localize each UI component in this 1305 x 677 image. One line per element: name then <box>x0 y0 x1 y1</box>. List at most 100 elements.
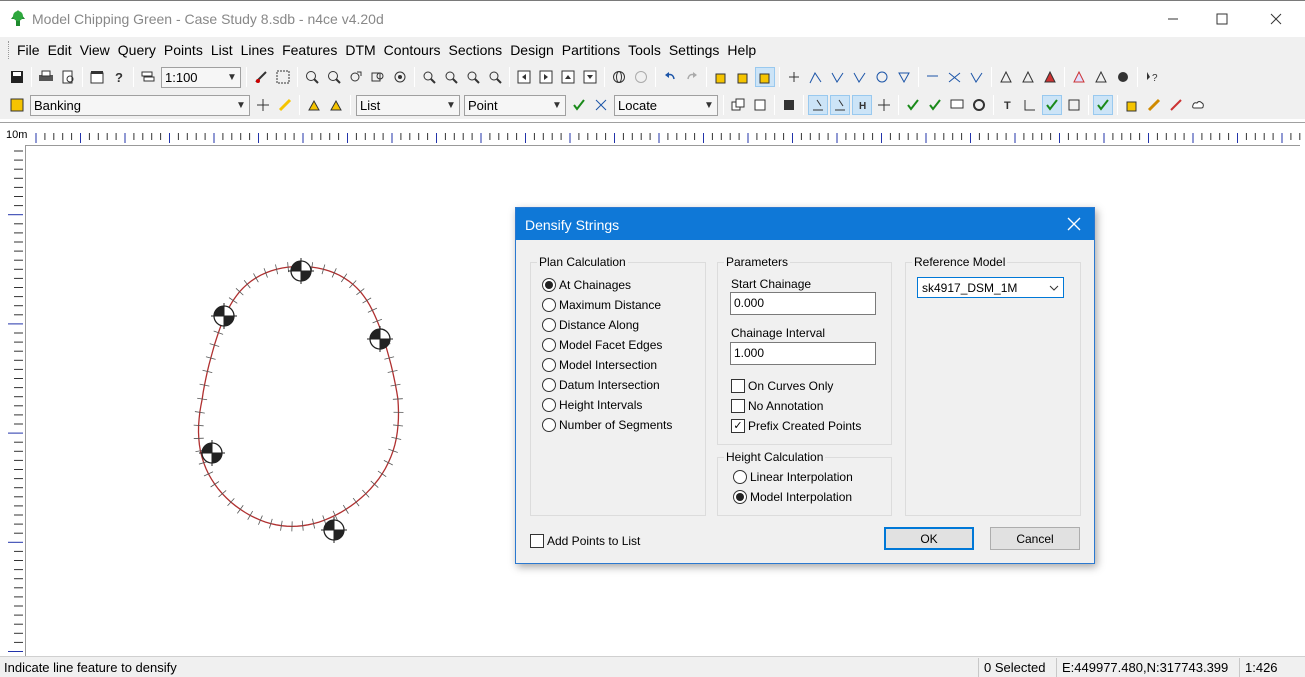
annotation-h-button[interactable]: H <box>852 95 872 115</box>
radio-button[interactable] <box>542 378 556 392</box>
radio-button[interactable] <box>542 298 556 312</box>
minimize-button[interactable] <box>1150 5 1196 33</box>
list-select[interactable]: List ▼ <box>356 94 460 116</box>
radio-button[interactable] <box>542 358 556 372</box>
string-tool-3-button[interactable] <box>967 67 987 87</box>
point-check-button[interactable] <box>569 95 589 115</box>
layers-button[interactable] <box>138 67 158 87</box>
dialog-close-button[interactable] <box>1062 213 1086 235</box>
scale-select[interactable]: 1:100 ▼ <box>161 66 241 88</box>
radio-button[interactable] <box>733 490 747 504</box>
window-select-button[interactable] <box>273 67 293 87</box>
add-point-button[interactable] <box>784 67 804 87</box>
checkbox-box[interactable] <box>731 379 745 393</box>
properties-button[interactable] <box>87 67 107 87</box>
check-tool-4-button[interactable] <box>969 95 989 115</box>
dtm-tool-2-button[interactable] <box>1091 67 1111 87</box>
menu-design[interactable]: Design <box>506 37 558 63</box>
dtm-tool-3-button[interactable] <box>1113 67 1133 87</box>
no-annotation-checkbox[interactable]: No Annotation <box>731 399 823 413</box>
radio-distance-along[interactable]: Distance Along <box>542 318 639 332</box>
point-select[interactable]: Point ▼ <box>464 94 566 116</box>
solid-tool-button[interactable] <box>1122 95 1142 115</box>
close-window-button[interactable] <box>1253 5 1299 33</box>
check-tool-3-button[interactable] <box>947 95 967 115</box>
feature-up-button[interactable] <box>304 95 324 115</box>
radio-datum-intersection[interactable]: Datum Intersection <box>542 378 660 392</box>
radio-number-of-segments[interactable]: Number of Segments <box>542 418 672 432</box>
menu-query[interactable]: Query <box>114 37 160 63</box>
layer-select-3-button[interactable] <box>755 67 775 87</box>
menu-help[interactable]: Help <box>723 37 760 63</box>
menu-file[interactable]: File <box>13 37 44 63</box>
save-button[interactable] <box>7 67 27 87</box>
prefix-created-points-checkbox[interactable]: ✓ Prefix Created Points <box>731 419 861 433</box>
find-all-button[interactable] <box>485 67 505 87</box>
radio-button[interactable] <box>733 470 747 484</box>
radio-model-facet-edges[interactable]: Model Facet Edges <box>542 338 662 352</box>
line-tool-1-button[interactable] <box>806 67 826 87</box>
redo-button[interactable] <box>682 67 702 87</box>
reference-model-select[interactable]: sk4917_DSM_1M <box>917 277 1064 298</box>
locate-select[interactable]: Locate ▼ <box>614 94 718 116</box>
annotation-x-button[interactable] <box>808 95 828 115</box>
print-preview-button[interactable] <box>58 67 78 87</box>
line-tool-3-button[interactable] <box>850 67 870 87</box>
layer-props-button[interactable] <box>253 95 273 115</box>
dimension-check-button[interactable] <box>1042 95 1062 115</box>
view-3d-button[interactable] <box>609 67 629 87</box>
menu-partitions[interactable]: Partitions <box>558 37 624 63</box>
add-points-to-list-checkbox[interactable]: Add Points to List <box>530 534 640 548</box>
station-point-icon[interactable] <box>367 326 393 352</box>
zoom-in-button[interactable] <box>302 67 322 87</box>
what-is-this-button[interactable]: ? <box>1142 67 1162 87</box>
undo-button[interactable] <box>660 67 680 87</box>
start-chainage-field[interactable]: 0.000 <box>730 292 876 315</box>
radio-height-intervals[interactable]: Height Intervals <box>542 398 642 412</box>
brush-button[interactable] <box>251 67 271 87</box>
triangle-tool-2-button[interactable] <box>1018 67 1038 87</box>
on-curves-only-checkbox[interactable]: On Curves Only <box>731 379 833 393</box>
string-tool-2-button[interactable] <box>945 67 965 87</box>
view-3d-off-button[interactable] <box>631 67 651 87</box>
line-tool-2-button[interactable] <box>828 67 848 87</box>
pan-up-button[interactable] <box>558 67 578 87</box>
crosshair-button[interactable] <box>874 95 894 115</box>
menu-contours[interactable]: Contours <box>380 37 445 63</box>
zoom-window-button[interactable] <box>368 67 388 87</box>
edit-tool-button[interactable] <box>1166 95 1186 115</box>
feature-down-button[interactable] <box>326 95 346 115</box>
layer-color-button[interactable] <box>7 95 27 115</box>
radio-model-intersection[interactable]: Model Intersection <box>542 358 657 372</box>
annotation-y-button[interactable] <box>830 95 850 115</box>
dtm-tool-1-button[interactable] <box>1069 67 1089 87</box>
radio-button[interactable] <box>542 278 556 292</box>
checkbox-box[interactable] <box>731 399 745 413</box>
check-tool-2-button[interactable] <box>925 95 945 115</box>
radio-maximum-distance[interactable]: Maximum Distance <box>542 298 661 312</box>
layer-select[interactable]: Banking ▼ <box>30 94 250 116</box>
copy-window-button[interactable] <box>728 95 748 115</box>
menu-list[interactable]: List <box>207 37 237 63</box>
dimension-tool-button[interactable] <box>1020 95 1040 115</box>
paste-window-button[interactable] <box>750 95 770 115</box>
string-tool-1-button[interactable] <box>923 67 943 87</box>
menu-view[interactable]: View <box>76 37 114 63</box>
cloud-tool-button[interactable] <box>1188 95 1208 115</box>
print-button[interactable] <box>36 67 56 87</box>
menu-lines[interactable]: Lines <box>237 37 278 63</box>
checkbox-box[interactable]: ✓ <box>731 419 745 433</box>
ok-button[interactable]: OK <box>884 527 974 550</box>
symbol-button[interactable] <box>779 95 799 115</box>
menu-features[interactable]: Features <box>278 37 341 63</box>
find-next-button[interactable] <box>441 67 461 87</box>
menu-settings[interactable]: Settings <box>665 37 724 63</box>
zoom-previous-button[interactable] <box>346 67 366 87</box>
line-feature-path[interactable] <box>197 265 400 528</box>
menu-dtm[interactable]: DTM <box>341 37 379 63</box>
dialog-title-bar[interactable]: Densify Strings <box>516 208 1094 240</box>
point-filter-button[interactable] <box>591 95 611 115</box>
layer-select-2-button[interactable] <box>733 67 753 87</box>
radio-at-chainages[interactable]: At Chainages <box>542 278 631 292</box>
dimension-2-button[interactable] <box>1064 95 1084 115</box>
